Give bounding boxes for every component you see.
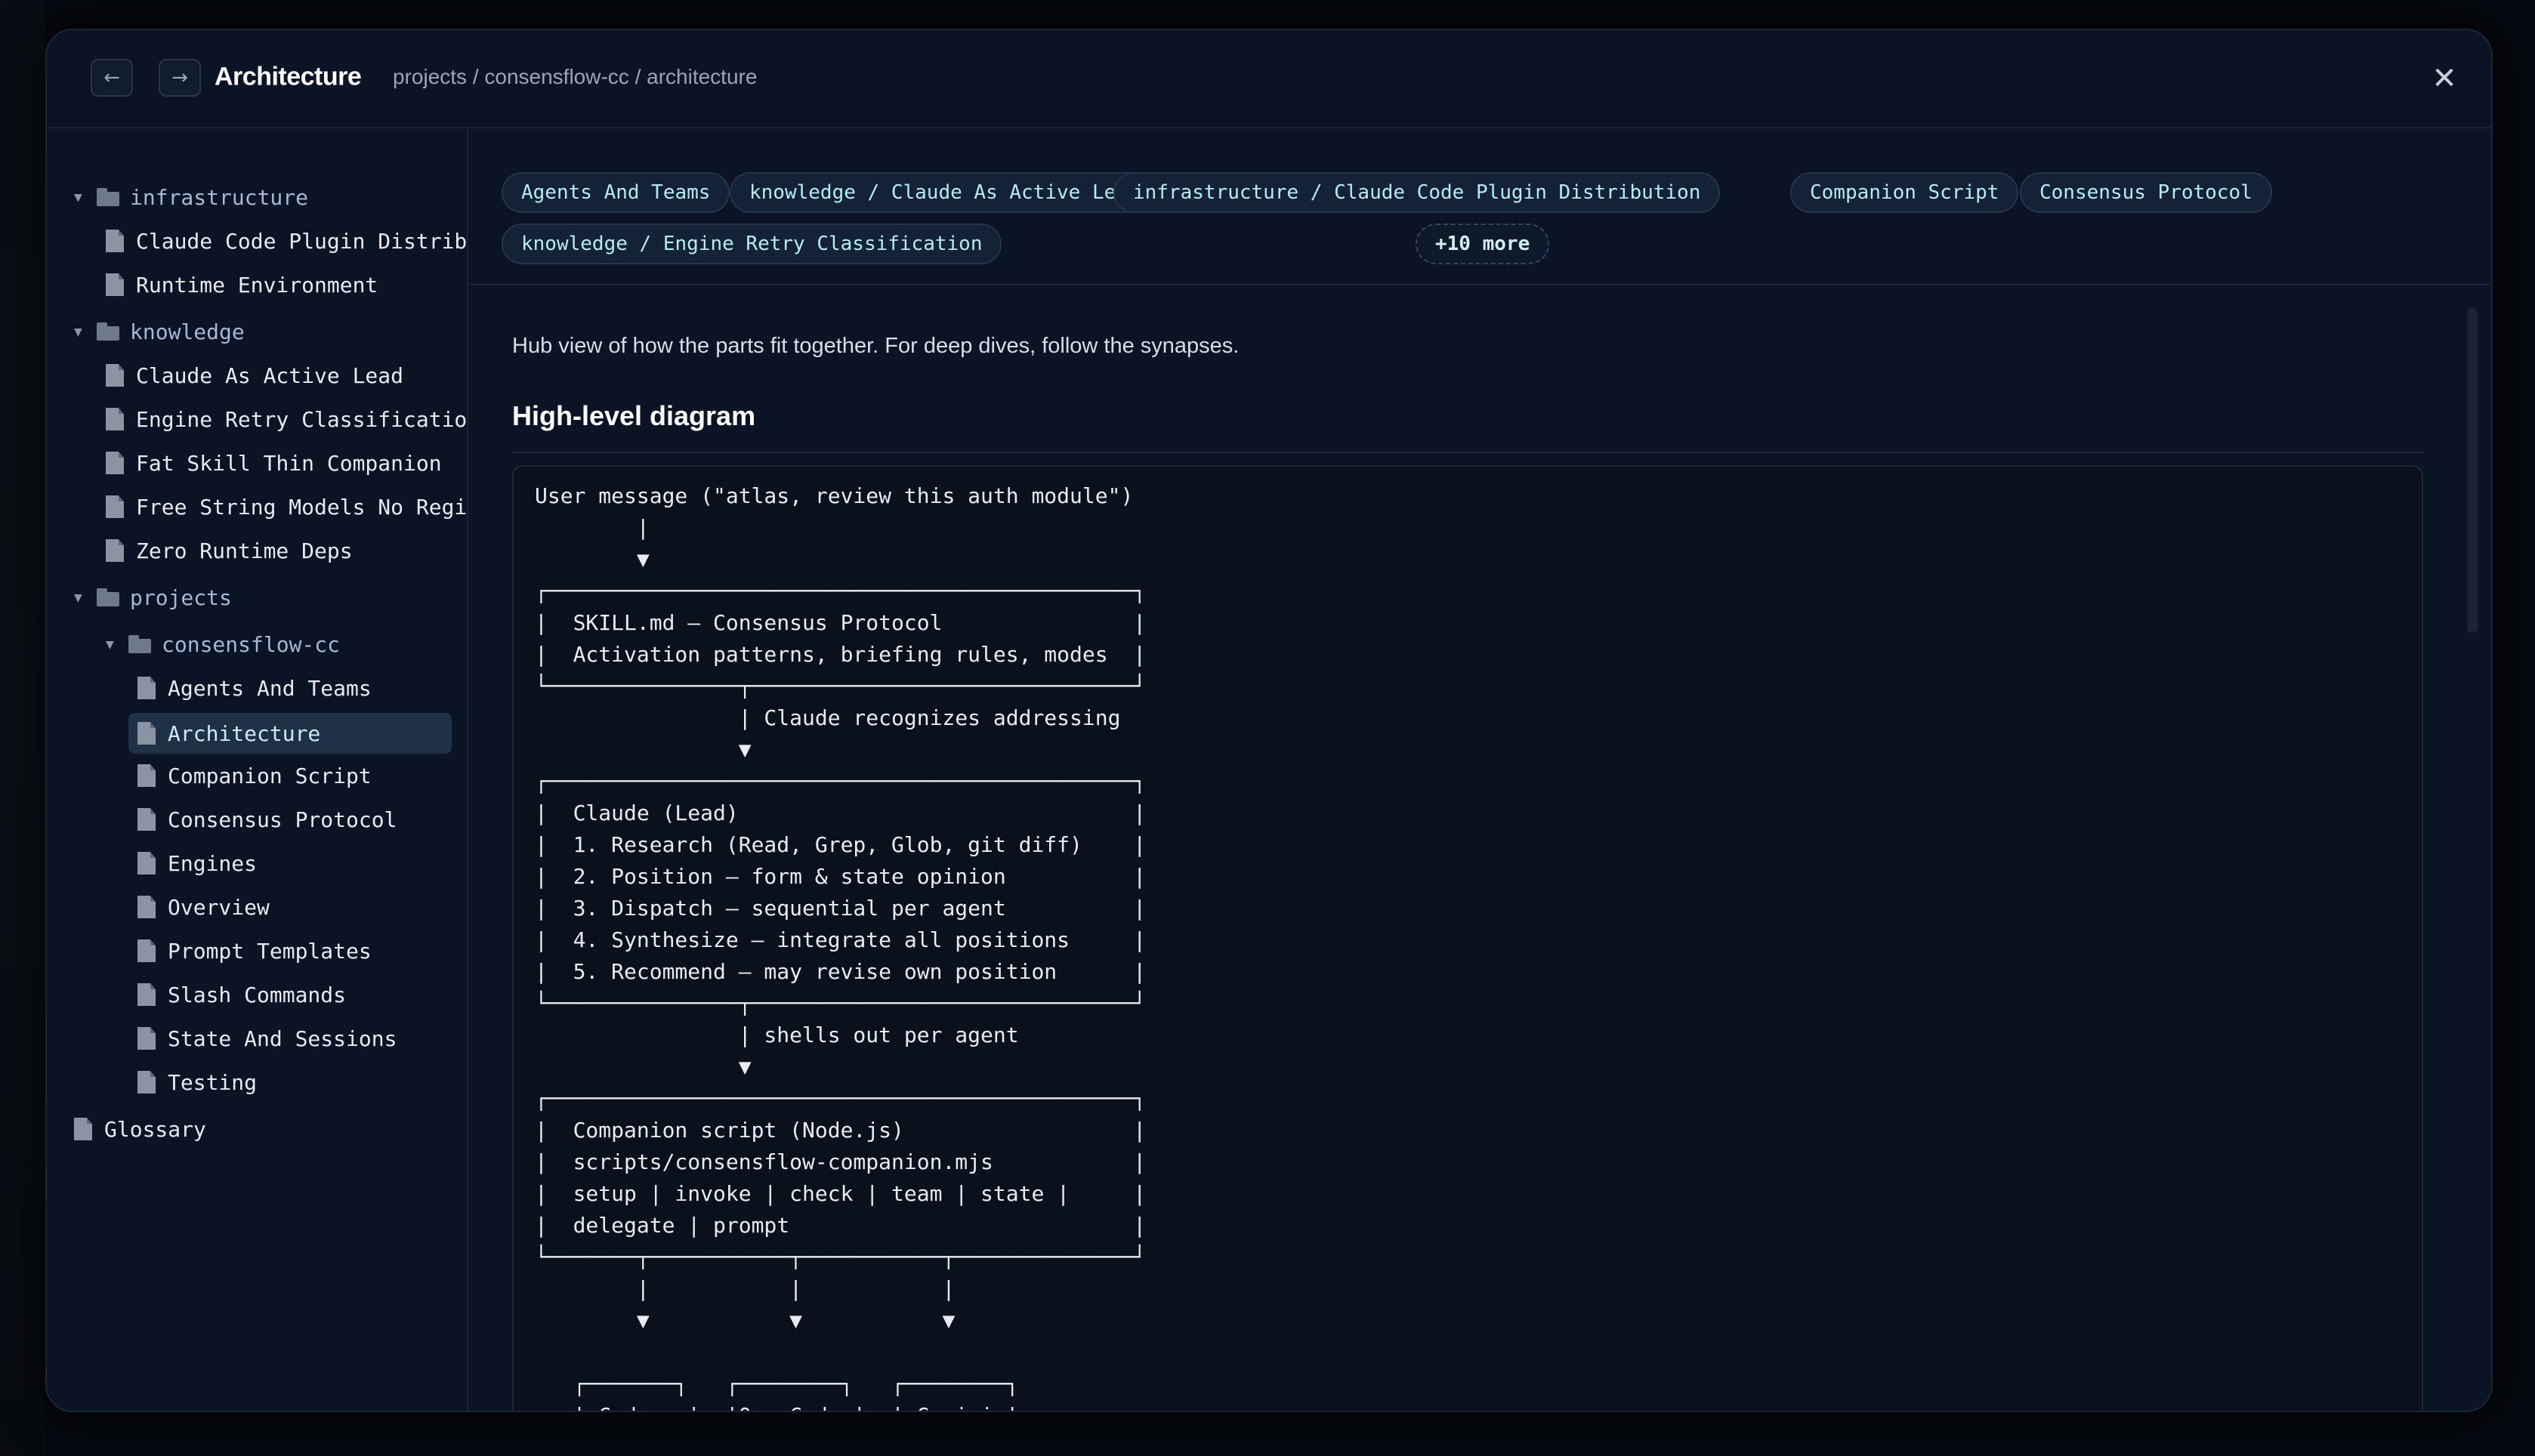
tree-file-claude-as-active-lead[interactable]: Claude As Active Lead [106, 356, 403, 394]
tree-file-label: Agents And Teams [168, 675, 372, 701]
linked-tags-bar: Agents And Teams knowledge / Claude As A… [468, 128, 2491, 285]
tree-folder-infrastructure[interactable]: ▼ infrastructure [74, 178, 308, 216]
tree-file-fat-skill-thin-companion[interactable]: Fat Skill Thin Companion [106, 444, 442, 482]
folder-icon [97, 322, 119, 341]
tree-file-label: Architecture [168, 720, 321, 746]
file-icon [137, 722, 156, 745]
ascii-diagram: User message ("atlas, review this auth m… [535, 483, 1147, 1411]
file-icon [137, 852, 156, 875]
file-icon [137, 808, 156, 831]
arrow-left-icon: ← [103, 66, 120, 89]
tree-file-engine-retry-classification[interactable]: Engine Retry Classificatio [106, 400, 467, 438]
tree-file-label: Testing [168, 1069, 258, 1095]
breadcrumb: projects / consensflow-cc / architecture [393, 65, 758, 88]
tree-folder-label: infrastructure [130, 184, 309, 210]
tree-file-glossary[interactable]: Glossary [74, 1110, 206, 1148]
tree-file-testing[interactable]: Testing [137, 1063, 257, 1101]
file-icon [106, 408, 124, 430]
folder-icon [97, 588, 119, 606]
tree-file-slash-commands[interactable]: Slash Commands [137, 976, 346, 1013]
tree-folder-label: consensflow-cc [162, 631, 341, 657]
file-icon [106, 539, 124, 562]
file-icon [106, 495, 124, 518]
file-icon [106, 230, 124, 252]
tree-file-label: Glossary [104, 1116, 206, 1142]
tree-folder-projects[interactable]: ▼ projects [74, 578, 232, 616]
close-button[interactable]: ✕ [2425, 59, 2464, 98]
caret-down-icon[interactable]: ▼ [74, 324, 88, 340]
tag-claude-as-active-lead[interactable]: knowledge / Claude As Active Lead [730, 172, 1159, 213]
tag-claude-code-plugin-distribution[interactable]: infrastructure / Claude Code Plugin Dist… [1113, 172, 1721, 213]
file-icon [106, 452, 124, 474]
folder-icon [97, 188, 119, 206]
file-icon [137, 1071, 156, 1094]
tag-agents-and-teams[interactable]: Agents And Teams [502, 172, 730, 213]
tree-file-label: Prompt Templates [168, 938, 372, 964]
modal-header: ← → Architecture projects / consensflow-… [47, 30, 2491, 128]
tree-file-runtime-environment[interactable]: Runtime Environment [106, 266, 378, 304]
file-icon [74, 1118, 92, 1140]
document-modal: ← → Architecture projects / consensflow-… [45, 29, 2493, 1412]
tree-file-label: Overview [168, 894, 270, 920]
tree-file-consensus-protocol[interactable]: Consensus Protocol [137, 800, 397, 838]
backdrop [0, 0, 45, 1456]
tag-consensus-protocol[interactable]: Consensus Protocol [2020, 172, 2272, 213]
diagram-code-block: User message ("atlas, review this auth m… [512, 465, 2423, 1411]
tree-folder-label: projects [130, 585, 232, 610]
tree-file-label: Fat Skill Thin Companion [136, 450, 442, 476]
caret-down-icon[interactable]: ▼ [74, 590, 88, 606]
arrow-right-icon: → [171, 66, 188, 89]
tree-file-label: Zero Runtime Deps [136, 538, 353, 563]
tree-file-claude-code-plugin-distrib[interactable]: Claude Code Plugin Distrib [106, 222, 467, 260]
tree-file-label: Runtime Environment [136, 272, 378, 298]
file-icon [137, 939, 156, 962]
tree-file-label: Consensus Protocol [168, 807, 397, 832]
tag-engine-retry-classification[interactable]: knowledge / Engine Retry Classification [502, 224, 1002, 264]
file-tree-sidebar: ▼ infrastructure Claude Code Plugin Dist… [47, 128, 468, 1411]
file-icon [137, 677, 156, 699]
file-icon [137, 1027, 156, 1050]
page-title: Architecture [215, 62, 362, 91]
forward-button[interactable]: → [159, 59, 201, 97]
folder-icon [128, 635, 151, 653]
file-icon [106, 364, 124, 387]
intro-paragraph: Hub view of how the parts fit together. … [512, 334, 1240, 358]
file-icon [106, 273, 124, 296]
tree-folder-consensflow-cc[interactable]: ▼ consensflow-cc [106, 625, 340, 663]
file-icon [137, 764, 156, 787]
caret-down-icon[interactable]: ▼ [74, 190, 88, 205]
tree-file-agents-and-teams[interactable]: Agents And Teams [137, 669, 372, 707]
tree-file-label: Slash Commands [168, 982, 347, 1007]
tag-companion-script[interactable]: Companion Script [1790, 172, 2019, 213]
tree-file-label: State And Sessions [168, 1026, 397, 1051]
tree-file-engines[interactable]: Engines [137, 844, 257, 882]
tree-file-label: Engines [168, 850, 258, 876]
scrollbar-thumb[interactable] [2467, 308, 2478, 633]
tree-file-label: Companion Script [168, 763, 372, 788]
tree-folder-knowledge[interactable]: ▼ knowledge [74, 313, 245, 350]
caret-down-icon[interactable]: ▼ [106, 637, 119, 652]
tree-file-prompt-templates[interactable]: Prompt Templates [137, 932, 372, 970]
back-button[interactable]: ← [91, 59, 133, 97]
tree-file-free-string-models[interactable]: Free String Models No Regi [106, 488, 467, 526]
file-icon [137, 983, 156, 1006]
tree-file-architecture-active[interactable]: Architecture [128, 713, 452, 754]
file-icon [137, 896, 156, 918]
tree-file-companion-script[interactable]: Companion Script [137, 757, 372, 794]
document-content: Hub view of how the parts fit together. … [468, 285, 2491, 1411]
tree-file-label: Engine Retry Classificatio [136, 406, 468, 432]
tree-file-overview[interactable]: Overview [137, 888, 270, 926]
tree-file-label: Claude As Active Lead [136, 362, 404, 388]
section-heading: High-level diagram [512, 400, 756, 431]
close-icon: ✕ [2432, 61, 2457, 96]
more-tags-button[interactable]: +10 more [1416, 224, 1550, 264]
tree-file-label: Free String Models No Regi [136, 494, 468, 520]
tree-file-label: Claude Code Plugin Distrib [136, 228, 468, 254]
heading-divider [512, 452, 2423, 453]
tree-file-zero-runtime-deps[interactable]: Zero Runtime Deps [106, 532, 353, 569]
tree-file-state-and-sessions[interactable]: State And Sessions [137, 1020, 397, 1057]
tree-folder-label: knowledge [130, 319, 245, 344]
